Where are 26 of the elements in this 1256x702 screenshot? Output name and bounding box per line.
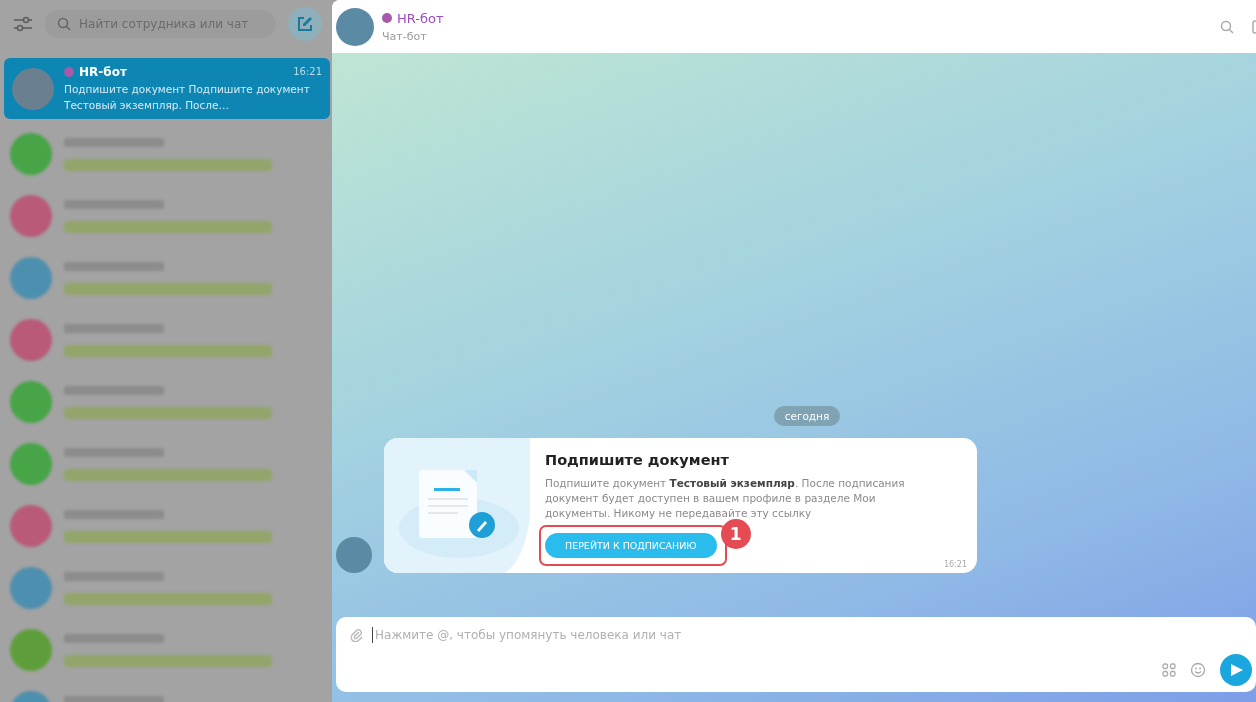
compose-button[interactable] — [288, 7, 322, 41]
avatar-placeholder — [336, 7, 374, 46]
send-button[interactable] — [1220, 654, 1252, 686]
bot-icon — [382, 13, 392, 23]
send-icon — [1228, 662, 1244, 678]
bot-icon — [64, 66, 74, 77]
search-icon[interactable] — [1220, 19, 1234, 34]
filter-icon[interactable] — [13, 16, 33, 32]
chat-title: HR-бот — [397, 10, 444, 26]
step-badge: 1 — [720, 519, 751, 549]
apps-icon[interactable] — [1162, 663, 1176, 677]
chat-subtitle: Чат-бот — [382, 29, 428, 43]
emoji-icon[interactable] — [1190, 662, 1206, 678]
sign-button[interactable]: ПЕРЕЙТИ К ПОДПИСАНИЮ — [545, 533, 717, 558]
paperclip-icon[interactable] — [350, 628, 364, 642]
chat-time: 16:21 — [293, 66, 322, 77]
date-divider: сегодня — [773, 406, 841, 426]
chat-name: HR-бот — [79, 64, 128, 79]
message-time: 16:21 — [943, 560, 967, 569]
edit-icon — [296, 15, 314, 33]
avatar-placeholder — [12, 67, 54, 110]
message-title: Подпишите документ — [545, 452, 730, 468]
chat-list-item[interactable]: HR-бот 16:21 Подпишите документ Подпишите документ Тестовый экземпляр. После… — [4, 58, 330, 119]
avatar-placeholder — [336, 537, 372, 573]
message-text: Подпишите документ Тестовый экземпляр. После подписания документ будет доступен в вашем профиле в разделе Мои документы. Никому не передавайте эту ссылку — [545, 476, 906, 521]
chat-preview: Подпишите документ Подпишите документ Тестовый экземпляр. После… — [64, 81, 311, 113]
